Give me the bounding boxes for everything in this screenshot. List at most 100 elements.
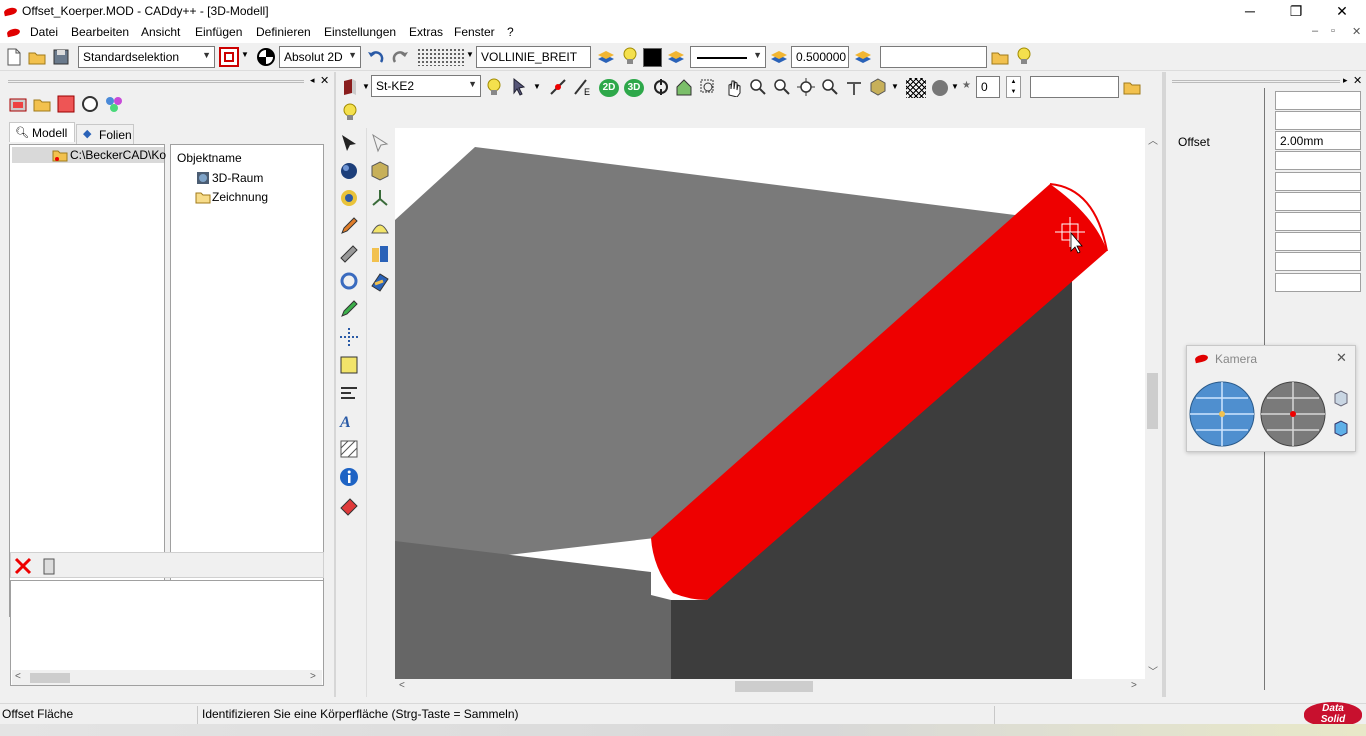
- select-arrow-icon[interactable]: [338, 132, 360, 154]
- layers-icon[interactable]: [769, 47, 789, 67]
- arrow-up-icon[interactable]: ︿: [1148, 132, 1158, 147]
- property-field-9[interactable]: [1275, 252, 1361, 271]
- select-rect-icon[interactable]: [219, 47, 239, 67]
- endpoint-snap-icon[interactable]: E: [572, 77, 592, 97]
- menu-ansicht[interactable]: Ansicht: [141, 25, 180, 39]
- chevron-down-icon[interactable]: ▼: [362, 82, 370, 91]
- panel-grip[interactable]: [1172, 80, 1340, 83]
- property-field-4[interactable]: [1275, 151, 1361, 170]
- property-field-8[interactable]: [1275, 232, 1361, 251]
- mode-2d-button[interactable]: 2D: [599, 79, 619, 97]
- zoom-window-icon[interactable]: [698, 77, 718, 97]
- undo-icon[interactable]: [366, 47, 386, 67]
- eraser-icon[interactable]: [338, 494, 360, 516]
- home-view-icon[interactable]: [674, 77, 694, 97]
- delete-filter-icon[interactable]: [13, 556, 33, 576]
- mode-3d-button[interactable]: 3D: [624, 79, 644, 97]
- camera-orbit-globe-icon[interactable]: [1188, 380, 1256, 448]
- paint-surface-icon[interactable]: [369, 270, 391, 292]
- star-icon[interactable]: ★: [962, 80, 971, 91]
- property-field-1[interactable]: [1275, 91, 1361, 110]
- property-field-10[interactable]: [1275, 273, 1361, 292]
- arc-surface-icon[interactable]: [369, 215, 391, 237]
- coordinate-origin-icon[interactable]: [256, 47, 276, 67]
- viewport-hscroll[interactable]: < >: [395, 679, 1145, 694]
- arrow-down-icon[interactable]: ﹀: [1148, 663, 1158, 678]
- select-arrow-grey-icon[interactable]: [369, 132, 391, 154]
- folder-layers-icon[interactable]: [1122, 77, 1142, 97]
- zoom-previous-icon[interactable]: [820, 77, 840, 97]
- tab-folien[interactable]: ◆ Folien: [76, 124, 134, 144]
- cube-top-icon[interactable]: [1331, 418, 1351, 438]
- menu-einstellungen[interactable]: Einstellungen: [324, 25, 396, 39]
- panel-grip[interactable]: [8, 80, 304, 83]
- menu-einfuegen[interactable]: Einfügen: [195, 25, 242, 39]
- tab-modell[interactable]: 🔍︎ Modell: [9, 122, 75, 142]
- viewport-vscroll[interactable]: ︿ ﹀: [1145, 128, 1160, 679]
- offset-value-field[interactable]: 2.00mm: [1275, 131, 1361, 150]
- mdi-close-button[interactable]: ✕: [1352, 25, 1361, 38]
- lightbulb-icon[interactable]: [620, 46, 640, 66]
- info-icon[interactable]: [338, 466, 360, 488]
- chevron-down-icon[interactable]: ▼: [951, 82, 959, 91]
- tools-icon[interactable]: [338, 243, 360, 265]
- property-field-2[interactable]: [1275, 111, 1361, 130]
- layers-icon[interactable]: [666, 47, 686, 67]
- zoom-out-icon[interactable]: [748, 77, 768, 97]
- menu-bearbeiten[interactable]: Bearbeiten: [71, 25, 129, 39]
- folder-tree-icon[interactable]: [32, 94, 52, 114]
- property-field-5[interactable]: [1275, 172, 1361, 191]
- scroll-thumb[interactable]: [30, 673, 70, 683]
- new-file-icon[interactable]: [4, 47, 24, 67]
- mdi-restore-button[interactable]: ▫: [1331, 25, 1335, 37]
- 3d-viewport[interactable]: [395, 128, 1145, 679]
- body-front-face[interactable]: [395, 541, 671, 679]
- groups-icon[interactable]: [104, 94, 124, 114]
- chevron-down-icon[interactable]: ▼: [533, 82, 541, 91]
- tree-item-selected[interactable]: C:\BeckerCAD\Ko: [12, 147, 166, 163]
- point-snap-icon[interactable]: [548, 77, 568, 97]
- save-icon[interactable]: [51, 47, 71, 67]
- pencil-icon[interactable]: [338, 215, 360, 237]
- lightbulb-icon[interactable]: [484, 77, 504, 97]
- maximize-button[interactable]: ❐: [1273, 0, 1319, 22]
- rotate-copy-icon[interactable]: [338, 270, 360, 292]
- panel-pin-icon[interactable]: ▸: [1343, 75, 1348, 86]
- green-pen-icon[interactable]: [338, 298, 360, 320]
- lightbulb-icon[interactable]: [1014, 46, 1034, 66]
- property-field-6[interactable]: [1275, 192, 1361, 211]
- pan-hand-icon[interactable]: [723, 77, 743, 97]
- line-width-field[interactable]: 0.500000: [791, 46, 849, 68]
- search-object-icon[interactable]: [80, 94, 100, 114]
- selection-mode-select[interactable]: Standardselektion ▼: [78, 46, 215, 68]
- redo-icon[interactable]: [390, 47, 410, 67]
- counter-stepper[interactable]: ▲ ▼: [1006, 76, 1021, 98]
- menu-definieren[interactable]: Definieren: [256, 25, 311, 39]
- view-search-field[interactable]: [1030, 76, 1119, 98]
- sphere-icon[interactable]: [338, 160, 360, 182]
- scroll-thumb[interactable]: [735, 681, 813, 692]
- open-folder-icon[interactable]: [27, 47, 47, 67]
- minimize-button[interactable]: ─: [1227, 0, 1273, 22]
- arrow-right-icon[interactable]: >: [310, 671, 316, 682]
- section-plane-icon[interactable]: [844, 77, 864, 97]
- cursor-snap-icon[interactable]: [510, 77, 530, 97]
- layers-icon[interactable]: [596, 47, 616, 67]
- shading-ball-icon[interactable]: [932, 80, 948, 96]
- rotate-view-icon[interactable]: [651, 77, 671, 97]
- model-view-icon[interactable]: [8, 94, 28, 114]
- material-icon[interactable]: [340, 77, 360, 97]
- arrow-left-icon[interactable]: <: [399, 680, 405, 691]
- menu-help[interactable]: ?: [507, 25, 514, 39]
- cube-render-icon[interactable]: [868, 77, 888, 97]
- text-format-icon[interactable]: [338, 382, 360, 404]
- axes-3d-icon[interactable]: [369, 187, 391, 209]
- cube-front-icon[interactable]: [1331, 388, 1351, 408]
- globe-icon[interactable]: [338, 187, 360, 209]
- extra-input[interactable]: [880, 46, 987, 68]
- panel-close-icon[interactable]: ✕: [320, 74, 329, 87]
- kamera-close-icon[interactable]: ✕: [1336, 350, 1347, 366]
- color-swatch-icon[interactable]: [643, 48, 662, 67]
- dimension-icon[interactable]: [338, 354, 360, 376]
- grid-pattern-icon[interactable]: [417, 48, 465, 66]
